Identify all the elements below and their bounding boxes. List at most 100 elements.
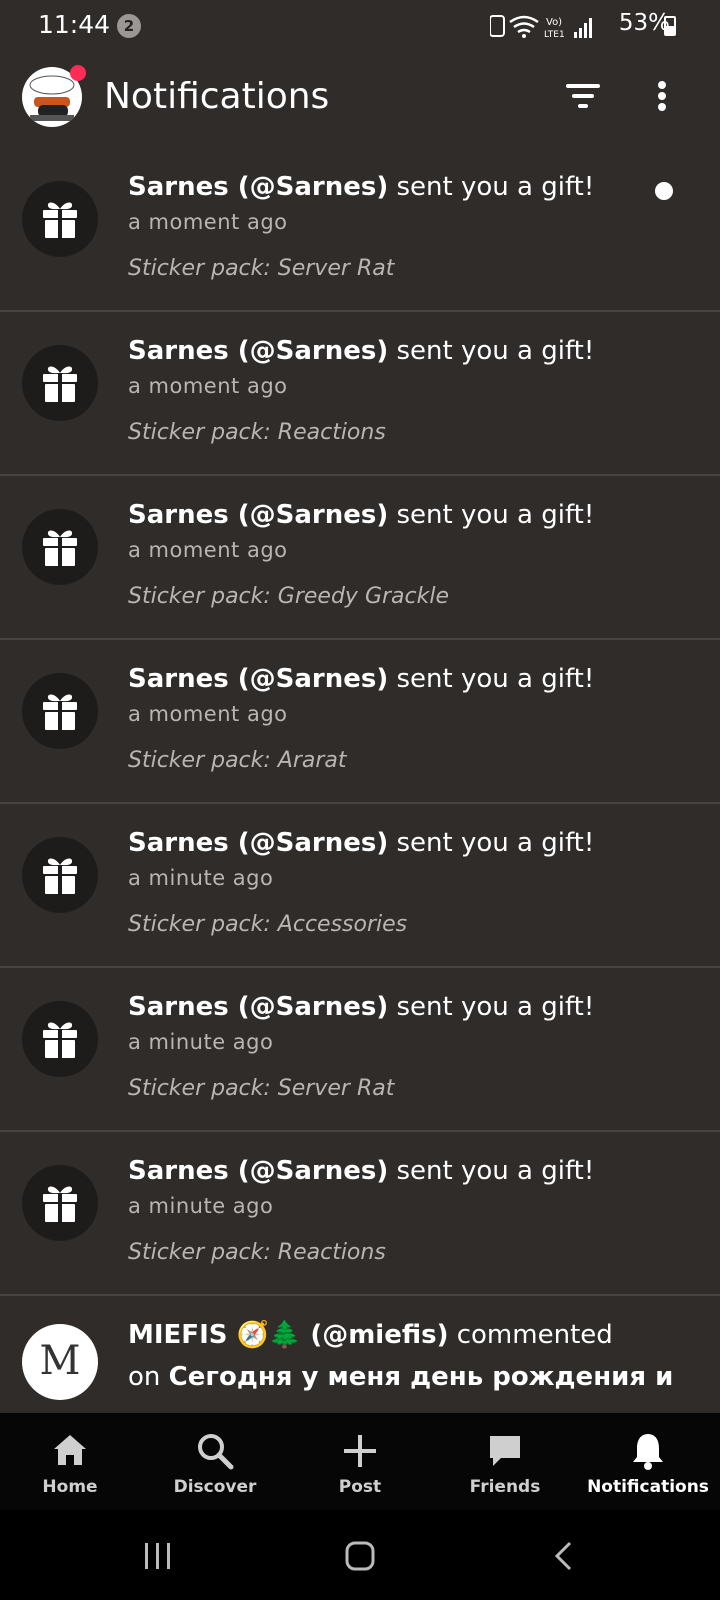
home-icon [54,1435,86,1465]
filter-button[interactable] [562,78,606,118]
bottom-navigation: Home Discover Post Friends Notifications [0,1413,720,1511]
sync-icon [490,15,505,37]
more-options-button[interactable] [652,78,672,118]
notification-user[interactable]: Sarnes (@Sarnes) [128,500,388,530]
notification-time: a minute ago [128,1030,274,1054]
notification-user[interactable]: Sarnes (@Sarnes) [128,172,388,202]
notification-item[interactable]: Sarnes (@Sarnes) sent you a gift! a momen… [0,640,720,804]
signal-icon [574,18,592,38]
system-navigation-bar [0,1510,720,1600]
tab-label: Post [338,1477,382,1497]
avatar-letter: M [39,1338,81,1384]
status-time: 11:44 [38,10,111,39]
gift-icon-circle [22,509,98,585]
notification-user[interactable]: Sarnes (@Sarnes) [128,1156,388,1186]
notification-list[interactable]: Sarnes (@Sarnes) sent you a gift! a momen… [0,148,720,1413]
notification-action: sent you a gift! [388,172,595,202]
comment-title: MIEFIS 🧭🌲 (@miefis) commented [128,1320,613,1350]
gift-icon [43,202,77,238]
notification-count-badge: 2 [117,14,141,38]
notification-time: a minute ago [128,1194,274,1218]
notification-user[interactable]: Sarnes (@Sarnes) [128,664,388,694]
notification-item[interactable]: Sarnes (@Sarnes) sent you a gift! a minut… [0,1132,720,1296]
notification-detail: Sticker pack: Reactions [128,420,386,445]
gift-icon [43,694,77,730]
notification-item[interactable]: Sarnes (@Sarnes) sent you a gift! a momen… [0,476,720,640]
tab-label: Home [42,1477,98,1497]
gift-icon-circle [22,1001,98,1077]
notification-title: Sarnes (@Sarnes) sent you a gift! [128,992,594,1022]
tab-discover[interactable]: Discover [145,1413,285,1510]
notification-title: Sarnes (@Sarnes) sent you a gift! [128,172,594,202]
tab-post[interactable]: Post [290,1413,430,1510]
notification-detail: Sticker pack: Server Rat [128,256,395,281]
tab-notifications[interactable]: Notifications [578,1413,718,1510]
gift-icon [43,1186,77,1222]
tab-label: Discover [173,1477,257,1497]
filter-icon [566,84,600,108]
comment-action: commented [448,1320,613,1350]
notification-item[interactable]: Sarnes (@Sarnes) sent you a gift! a minut… [0,804,720,968]
gift-icon-circle [22,673,98,749]
gift-icon-circle [22,1165,98,1241]
status-bar: 11:44 2 Vo) LTE1 53% [0,0,720,52]
notification-action: sent you a gift! [388,992,595,1022]
profile-avatar-button[interactable] [22,65,86,127]
comment-on-text: on [128,1362,169,1392]
notification-time: a moment ago [128,374,288,398]
plus-icon [344,1435,376,1467]
gift-icon-circle [22,837,98,913]
gift-icon [43,858,77,894]
notification-time: a moment ago [128,210,288,234]
notification-detail: Sticker pack: Accessories [128,912,408,937]
more-vertical-icon [658,81,666,111]
notification-item[interactable]: Sarnes (@Sarnes) sent you a gift! a momen… [0,148,720,312]
notification-title: Sarnes (@Sarnes) sent you a gift! [128,336,594,366]
avatar-notification-dot [70,65,86,81]
tab-friends[interactable]: Friends [435,1413,575,1510]
gift-icon [43,1022,77,1058]
chat-icon [490,1436,520,1466]
notification-item[interactable]: Sarnes (@Sarnes) sent you a gift! a momen… [0,312,720,476]
battery-percent: 53% [618,10,670,36]
notification-user[interactable]: Sarnes (@Sarnes) [128,992,388,1022]
volte-icon: Vo) [546,17,562,28]
search-icon [198,1434,234,1470]
notification-detail: Sticker pack: Reactions [128,1240,386,1265]
notification-time: a minute ago [128,866,274,890]
svg-text:LTE1: LTE1 [544,30,565,40]
notification-title: Sarnes (@Sarnes) sent you a gift! [128,500,594,530]
notification-item[interactable]: Sarnes (@Sarnes) sent you a gift! a minut… [0,968,720,1132]
notification-user[interactable]: Sarnes (@Sarnes) [128,828,388,858]
notification-title: Sarnes (@Sarnes) sent you a gift! [128,1156,594,1186]
home-button-icon[interactable] [344,1540,376,1572]
comment-notification[interactable]: M MIEFIS 🧭🌲 (@miefis) commented on Сегод… [0,1296,720,1413]
status-icons: Vo) LTE1 [490,15,592,40]
gift-icon-circle [22,181,98,257]
notification-action: sent you a gift! [388,664,595,694]
notification-time: a moment ago [128,538,288,562]
gift-icon [43,530,77,566]
recent-apps-icon[interactable] [142,1540,174,1572]
notification-detail: Sticker pack: Server Rat [128,1076,395,1101]
unread-indicator [655,182,673,200]
tab-label: Friends [469,1477,541,1497]
gift-icon [43,366,77,402]
comment-post-title[interactable]: Сегодня у меня день рождения и [169,1362,674,1392]
comment-user[interactable]: MIEFIS 🧭🌲 (@miefis) [128,1320,448,1350]
notification-title: Sarnes (@Sarnes) sent you a gift! [128,828,594,858]
battery-icon [664,16,676,36]
app-bar: Notifications [0,52,720,148]
notification-detail: Sticker pack: Greedy Grackle [128,584,449,609]
page-title: Notifications [104,76,330,117]
tab-label: Notifications [587,1477,709,1497]
notification-user[interactable]: Sarnes (@Sarnes) [128,336,388,366]
notification-detail: Sticker pack: Ararat [128,748,347,773]
notification-action: sent you a gift! [388,336,595,366]
back-icon[interactable] [548,1540,580,1572]
notification-time: a moment ago [128,702,288,726]
comment-target: on Сегодня у меня день рождения и [128,1362,673,1392]
tab-home[interactable]: Home [0,1413,140,1510]
user-avatar[interactable]: M [22,1324,98,1400]
notification-action: sent you a gift! [388,1156,595,1186]
